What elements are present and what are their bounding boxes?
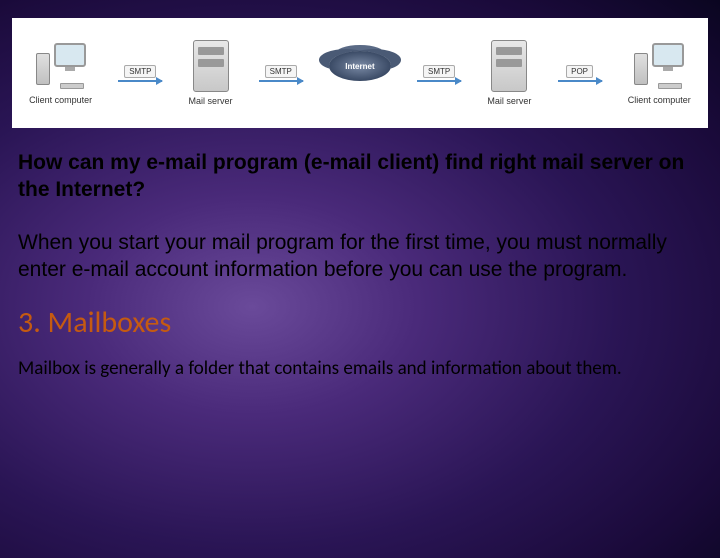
section-body: Mailbox is generally a folder that conta… <box>18 357 702 381</box>
protocol-label: SMTP <box>124 65 156 78</box>
arrow-smtp-3: SMTP <box>417 65 461 82</box>
protocol-label: SMTP <box>265 65 297 78</box>
email-flow-diagram: Client computer SMTP Mail server SMTP In… <box>12 18 708 128</box>
node-label <box>359 88 362 98</box>
client-computer-right: Client computer <box>628 41 691 105</box>
answer-paragraph: When you start your mail program for the… <box>18 230 702 284</box>
arrow-pop: POP <box>558 65 602 82</box>
node-label: Mail server <box>189 96 233 106</box>
section-title: 3. Mailboxes <box>18 304 702 341</box>
node-label: Mail server <box>487 96 531 106</box>
internet-cloud: Internet <box>329 48 391 98</box>
protocol-label: SMTP <box>423 65 455 78</box>
slide-content: How can my e-mail program (e-mail client… <box>0 140 720 391</box>
cloud-label: Internet <box>345 62 374 71</box>
arrow-smtp-1: SMTP <box>118 65 162 82</box>
mail-server-left: Mail server <box>189 40 233 106</box>
server-icon <box>193 40 229 92</box>
protocol-label: POP <box>566 65 593 78</box>
cloud-icon: Internet <box>329 48 391 84</box>
node-label: Client computer <box>29 95 92 105</box>
computer-icon <box>36 41 86 91</box>
arrow-smtp-2: SMTP <box>259 65 303 82</box>
server-icon <box>491 40 527 92</box>
question-heading: How can my e-mail program (e-mail client… <box>18 150 702 204</box>
mail-server-right: Mail server <box>487 40 531 106</box>
node-label: Client computer <box>628 95 691 105</box>
client-computer-left: Client computer <box>29 41 92 105</box>
computer-icon <box>634 41 684 91</box>
